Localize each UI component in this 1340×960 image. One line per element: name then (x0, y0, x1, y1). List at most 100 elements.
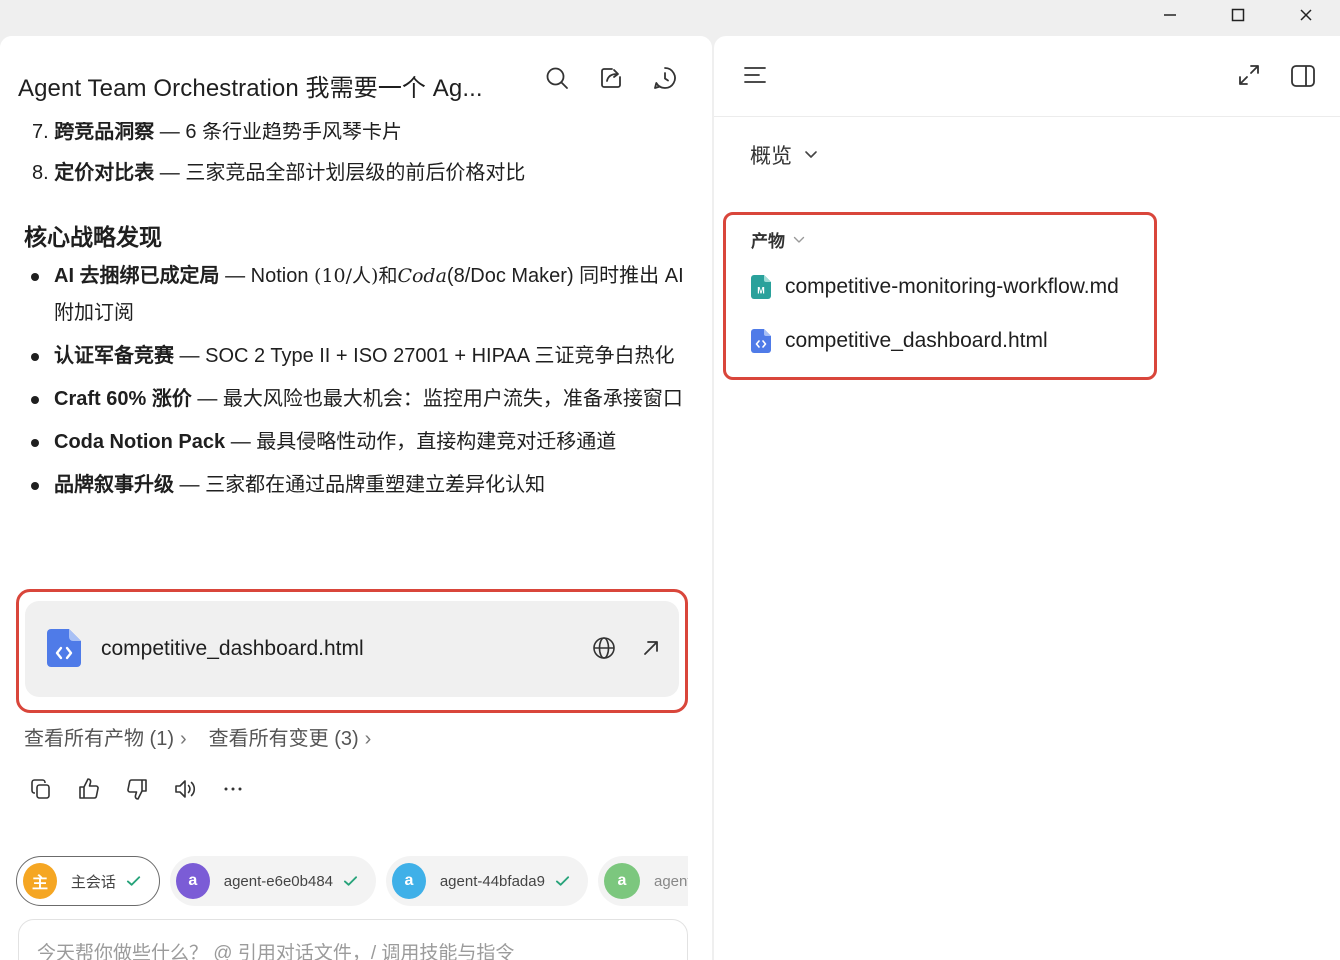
overview-label: 概览 (750, 145, 792, 168)
share-button[interactable] (597, 64, 625, 92)
view-changes-link[interactable]: 查看所有变更 (3) › (209, 722, 372, 751)
bullet-bold: 认证军备竞赛 (54, 345, 174, 367)
check-icon (126, 876, 141, 886)
dislike-button[interactable] (124, 776, 150, 802)
list-item: 品牌叙事升级 — 三家都在通过品牌重塑建立差异化认知 (24, 467, 684, 504)
link-label: 查看所有产物 (1) (24, 728, 174, 750)
panel-toolbar (714, 36, 1340, 117)
list-item: AI 去捆绑已成定局 — Notion (10/人)和Coda(8/Doc Ma… (24, 258, 684, 332)
avatar: a (604, 863, 640, 899)
artifacts-panel: 概览 产物 M competitive-monitoring-workflow.… (714, 36, 1340, 960)
bullet-text: — SOC 2 Type II + ISO 27001 + HIPAA 三证竞争… (174, 345, 675, 367)
markdown-file-icon: M (751, 275, 771, 299)
summary-links: 查看所有产物 (1) › 查看所有变更 (3) › (24, 722, 371, 751)
list-item-text: — 6 条行业趋势手风琴卡片 (154, 121, 403, 143)
chat-input[interactable]: 今天帮你做些什么？ @ 引用对话文件，/ 调用技能与指令 (18, 919, 688, 960)
expand-button[interactable] (1236, 62, 1262, 93)
file-badge: M (757, 286, 765, 296)
agent-chip-main[interactable]: 主 主会话 (16, 856, 160, 906)
open-file-button[interactable] (641, 638, 661, 663)
artifact-name: competitive-monitoring-workflow.md (785, 275, 1119, 298)
agent-label: agent-e6e0b484 (223, 872, 334, 890)
agent-chip[interactable]: a agent (598, 856, 688, 906)
minimize-icon (1164, 14, 1176, 16)
list-number: 7. (32, 121, 55, 143)
copy-button[interactable] (28, 776, 54, 802)
history-icon (654, 67, 676, 89)
avatar: a (176, 863, 210, 899)
check-icon (343, 876, 358, 886)
view-artifacts-link[interactable]: 查看所有产物 (1) › (24, 722, 187, 751)
bullet-bold: Craft 60% 涨价 (54, 388, 192, 410)
chevron-right-icon: › (364, 728, 372, 750)
file-card[interactable]: competitive_dashboard.html (25, 601, 679, 697)
chevron-down-icon (793, 236, 805, 243)
minimize-button[interactable] (1136, 0, 1204, 30)
agent-chip[interactable]: a agent-e6e0b484 (170, 856, 376, 906)
section-heading: 核心战略发现 (24, 224, 162, 250)
file-card-highlight: competitive_dashboard.html (16, 589, 688, 713)
more-icon (224, 787, 242, 791)
html-file-icon (751, 329, 771, 353)
globe-icon (593, 637, 615, 659)
list-item: 认证军备竞赛 — SOC 2 Type II + ISO 27001 + HIP… (24, 338, 684, 375)
chevron-down-icon (805, 151, 817, 158)
overview-dropdown[interactable]: 概览 (750, 140, 818, 170)
check-icon (555, 876, 570, 886)
message-actions (28, 776, 246, 802)
chevron-right-icon: › (180, 728, 187, 750)
agent-label: agent-44bfada9 (439, 872, 545, 890)
bullet-text: — 最大风险也最大机会：监控用户流失，准备承接窗口 (191, 388, 683, 410)
close-icon (1300, 9, 1312, 21)
bullet-text: — 最具侵略性动作，直接构建竞对迁移通道 (225, 431, 617, 453)
search-icon (546, 67, 568, 89)
read-aloud-button[interactable] (172, 776, 198, 802)
artifacts-section: 产物 M competitive-monitoring-workflow.md … (723, 212, 1157, 380)
thumbs-up-icon (79, 778, 99, 799)
artifact-item[interactable]: competitive_dashboard.html (751, 329, 1048, 353)
artifact-item[interactable]: M competitive-monitoring-workflow.md (751, 275, 1119, 299)
bullet-text: — Notion (219, 265, 315, 287)
like-button[interactable] (76, 776, 102, 802)
maximize-button[interactable] (1204, 0, 1272, 30)
link-label: 查看所有变更 (3) (208, 728, 359, 750)
chat-panel: Agent Team Orchestration 我需要一个 Ag... 7. … (0, 36, 712, 960)
math-italic: Coda (397, 265, 447, 287)
bullet-bold: 品牌叙事升级 (54, 474, 174, 496)
menu-icon (744, 67, 766, 83)
input-placeholder: 今天帮你做些什么？ @ 引用对话文件，/ 调用技能与指令 (37, 943, 515, 960)
arrow-up-right-icon (644, 641, 658, 655)
search-button[interactable] (543, 64, 571, 92)
artifacts-toggle[interactable]: 产物 (751, 227, 805, 252)
list-item-bold: 定价对比表 (54, 162, 155, 184)
avatar: a (392, 863, 426, 899)
list-number: 8. (32, 162, 55, 184)
artifacts-title: 产物 (751, 232, 785, 251)
bullet-text: — 三家都在通过品牌重塑建立差异化认知 (174, 474, 546, 496)
speaker-icon (175, 780, 196, 798)
sidebar-panel-icon (1291, 65, 1315, 87)
math-text: (10/人)和 (314, 265, 398, 287)
menu-button[interactable] (742, 64, 768, 91)
list-item-bold: 跨竞品洞察 (54, 121, 155, 143)
avatar: 主 (23, 863, 57, 899)
more-button[interactable] (220, 776, 246, 802)
bullet-bold: Coda Notion Pack (54, 431, 226, 453)
window-controls (1136, 0, 1340, 30)
list-item: Craft 60% 涨价 — 最大风险也最大机会：监控用户流失，准备承接窗口 (24, 381, 684, 418)
file-name: competitive_dashboard.html (101, 637, 364, 660)
open-in-browser-button[interactable] (592, 636, 616, 665)
agent-label: 主会话 (70, 873, 116, 891)
html-file-icon (47, 629, 81, 672)
findings-list: AI 去捆绑已成定局 — Notion (10/人)和Coda(8/Doc Ma… (24, 258, 684, 510)
list-item-text: — 三家竞品全部计划层级的前后价格对比 (154, 162, 526, 184)
close-button[interactable] (1272, 0, 1340, 30)
list-item-8: 8. 定价对比表 — 三家竞品全部计划层级的前后价格对比 (32, 156, 525, 185)
agent-tabs: 主 主会话 a agent-e6e0b484 a agent-44bfada9 … (16, 856, 688, 908)
history-button[interactable] (651, 64, 679, 92)
toggle-panel-button[interactable] (1290, 64, 1316, 93)
agent-chip[interactable]: a agent-44bfada9 (386, 856, 588, 906)
bullet-bold: AI 去捆绑已成定局 (54, 265, 220, 287)
maximize-icon (1231, 8, 1245, 22)
thumbs-down-icon (127, 779, 147, 800)
